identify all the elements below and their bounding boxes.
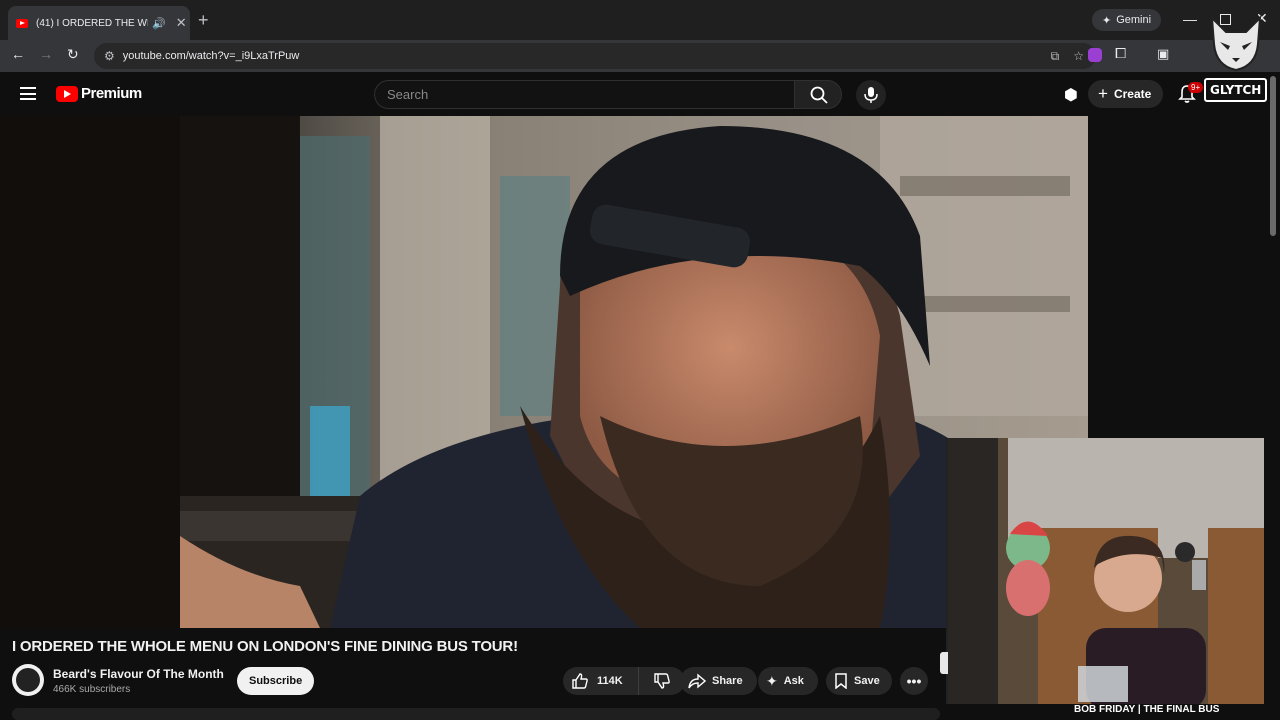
search-icon	[810, 86, 828, 104]
voice-search-button[interactable]	[856, 80, 886, 110]
create-button[interactable]: + Create	[1088, 80, 1164, 108]
browser-tab[interactable]: (41) I ORDERED THE WHOL 🔊 ✕	[8, 6, 190, 40]
browser-tab-strip: (41) I ORDERED THE WHOL 🔊 ✕ + ✦ Gemini —…	[0, 0, 1280, 40]
plus-icon: +	[1098, 84, 1108, 103]
gemini-button[interactable]: ✦ Gemini	[1092, 9, 1162, 31]
like-button[interactable]: 114K	[563, 667, 639, 695]
install-app-icon[interactable]: ⧉	[1051, 49, 1060, 64]
minimize-button[interactable]: —	[1183, 11, 1197, 27]
more-actions-button[interactable]: •••	[900, 667, 928, 695]
thumbs-down-icon	[654, 673, 670, 689]
video-title: I ORDERED THE WHOLE MENU ON LONDON'S FIN…	[12, 638, 518, 655]
youtube-play-icon	[56, 85, 78, 102]
like-dislike-group: 114K	[563, 667, 685, 695]
bookmark-icon	[835, 673, 847, 689]
logo-text: Premium	[81, 85, 142, 102]
channel-avatar[interactable]	[12, 664, 44, 696]
site-info-icon[interactable]: ⚙	[104, 49, 115, 63]
more-icon: •••	[906, 673, 922, 689]
overlay-ticker: BOB FRIDAY | THE FINAL BUS	[944, 704, 1280, 720]
youtube-logo[interactable]: Premium	[56, 85, 142, 102]
create-label: Create	[1113, 87, 1152, 101]
share-icon	[688, 673, 706, 689]
page-scrollbar[interactable]	[1270, 76, 1276, 236]
ask-button[interactable]: ✦ Ask	[758, 667, 818, 695]
menu-icon[interactable]	[20, 87, 36, 100]
notification-badge: 9+	[1188, 82, 1204, 93]
youtube-header: Premium ⬢ + Create 9+	[0, 72, 1280, 116]
share-label: Share	[712, 675, 743, 687]
forward-arrow-icon[interactable]: →	[39, 46, 53, 62]
sparkle-icon: ✦	[1102, 14, 1112, 27]
share-button[interactable]: Share	[680, 667, 757, 695]
sparkle-icon: ✦	[766, 672, 778, 689]
extensions-puzzle-icon[interactable]: ⧠	[1115, 45, 1126, 62]
subscriber-count: 466K subscribers	[53, 684, 131, 695]
mic-icon	[864, 87, 878, 103]
save-label: Save	[854, 675, 880, 687]
streamer-badge: GLYTCH	[1204, 78, 1268, 102]
overlay-tab	[940, 652, 948, 674]
dislike-button[interactable]	[639, 667, 685, 695]
tab-close-icon[interactable]: ✕	[176, 15, 187, 31]
webcam-image	[948, 438, 1264, 710]
split-view-icon[interactable]: ▣	[1157, 46, 1169, 62]
subscribe-button[interactable]: Subscribe	[237, 667, 315, 695]
reload-icon[interactable]: ↻	[67, 46, 79, 63]
tab-title: (41) I ORDERED THE WHOL	[36, 17, 148, 29]
new-tab-button[interactable]: +	[198, 10, 209, 31]
cast-icon[interactable]: ⬢	[1064, 85, 1078, 105]
video-frame	[180, 116, 1088, 628]
video-player[interactable]	[0, 116, 1088, 628]
like-count: 114K	[597, 675, 623, 687]
thumbs-up-icon	[572, 673, 588, 689]
fox-mascot-icon	[1210, 15, 1262, 72]
ask-label: Ask	[783, 675, 804, 687]
bookmark-star-icon[interactable]: ☆	[1073, 49, 1084, 64]
speaker-icon[interactable]: 🔊	[152, 17, 166, 30]
search-button[interactable]	[794, 80, 842, 109]
search-input[interactable]	[374, 80, 794, 109]
browser-toolbar: ← → ↻ ⚙ youtube.com/watch?v=_i9LxaTrPuw …	[0, 40, 1280, 72]
back-arrow-icon[interactable]: ←	[11, 46, 25, 62]
url-text: youtube.com/watch?v=_i9LxaTrPuw	[122, 50, 300, 62]
avatar-logo-icon	[16, 668, 40, 692]
extension-icon[interactable]	[1088, 48, 1102, 62]
description-box-edge	[12, 708, 940, 720]
channel-name[interactable]: Beard's Flavour Of The Month	[53, 667, 224, 681]
youtube-favicon-icon	[16, 18, 28, 28]
save-button[interactable]: Save	[826, 667, 892, 695]
gemini-label: Gemini	[1116, 14, 1152, 26]
address-bar[interactable]: ⚙ youtube.com/watch?v=_i9LxaTrPuw ⧉ ☆	[94, 43, 1096, 69]
webcam-overlay	[946, 438, 1264, 710]
